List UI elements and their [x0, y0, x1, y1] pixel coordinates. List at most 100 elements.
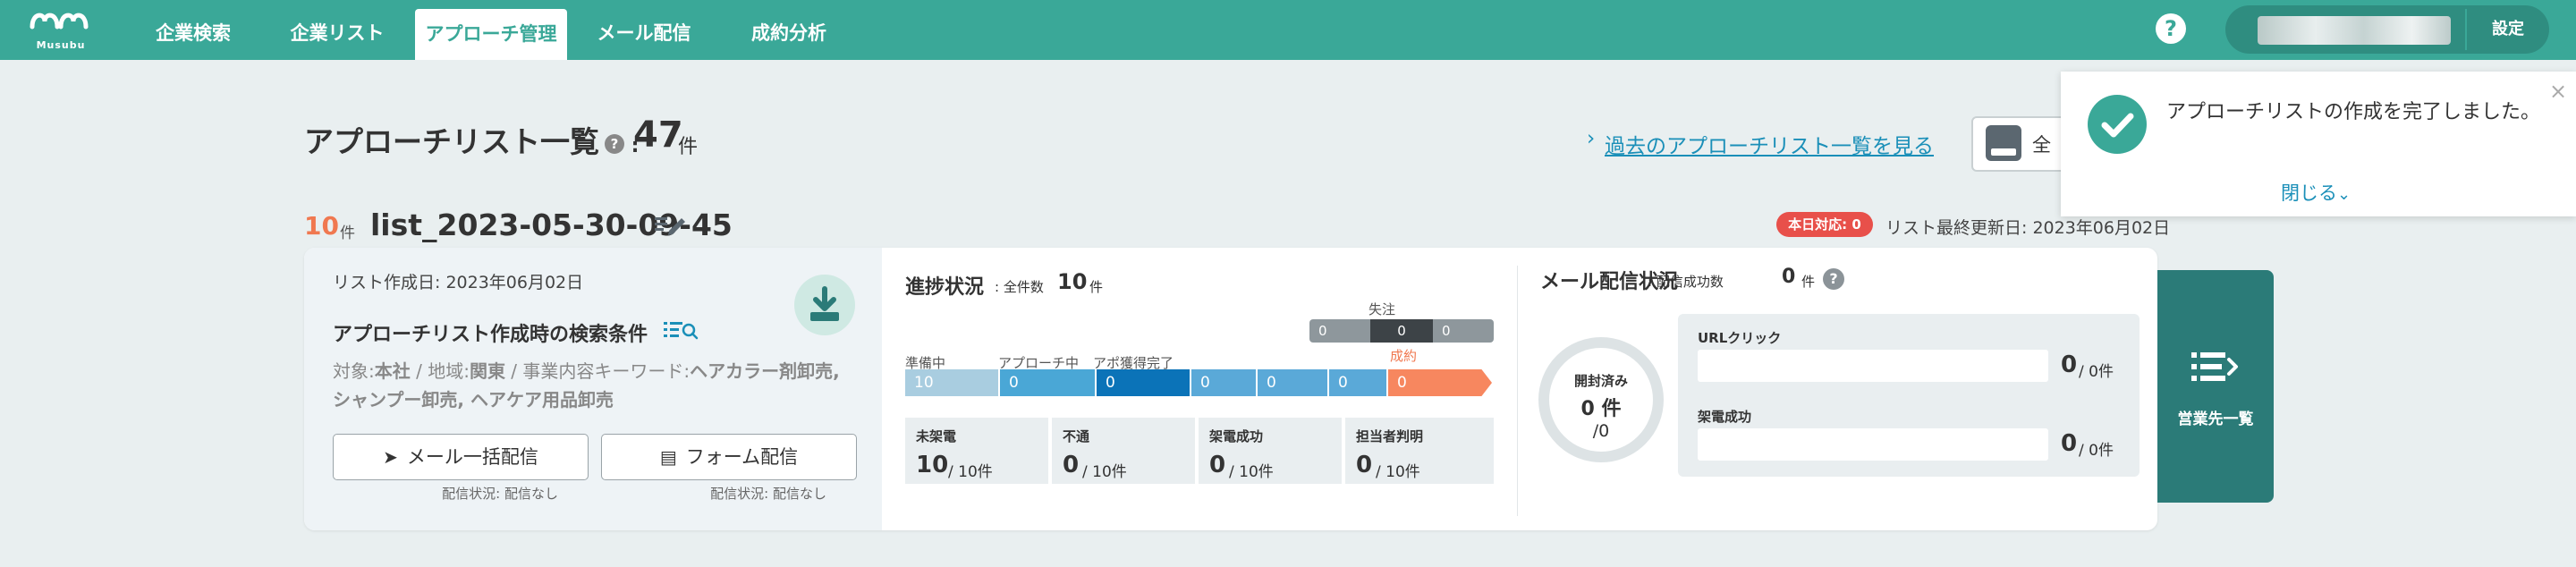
mail-success-label: : 配信成功数 — [1648, 274, 1724, 290]
stage-segment[interactable]: 0 — [1191, 369, 1256, 396]
opened-total: /0 — [1592, 421, 1610, 441]
past-list-link[interactable]: 過去のアプローチリスト一覧を見る — [1605, 129, 1934, 159]
keyword-label: 事業内容キーワード: — [522, 360, 691, 382]
progress-total-value: 10 — [1057, 269, 1088, 294]
nav-mail-delivery[interactable]: メール配信 — [594, 0, 694, 60]
approach-list-card: リスト作成日: 2023年06月02日 アプローチリスト作成時の検索条件 対象:… — [304, 248, 2157, 530]
lost-segment[interactable]: 0 — [1433, 319, 1494, 343]
mail-delivery-status: 配信状況: 配信なし — [442, 486, 558, 502]
stage-label-closed: 成約 — [1390, 348, 1418, 364]
list-company-count: 10 — [304, 211, 339, 241]
region-label: 地域: — [428, 360, 470, 382]
stage-segment[interactable]: 0 — [1258, 369, 1327, 396]
toast-message: アプローチリストの作成を完了しました。 — [2166, 101, 2541, 123]
region-value: 関東 — [469, 360, 505, 382]
stat-of: / 10件 — [948, 463, 993, 481]
toast-close-label: 閉じる — [2281, 182, 2337, 204]
stat-value: 0 — [1209, 452, 1226, 478]
top-nav-bar: Musubu 企業検索 企業リスト アプローチ管理 メール配信 成約分析 ? 設… — [0, 0, 2576, 60]
stat-value: 0 — [1063, 452, 1080, 478]
stage-segment-approach[interactable]: 0 — [1000, 369, 1095, 396]
nav-company-list[interactable]: 企業リスト — [279, 0, 395, 60]
progress-total-label: : 全件数 — [995, 279, 1044, 295]
chevron-right-icon: › — [1587, 127, 1596, 150]
chevron-down-icon: ⌄ — [2337, 185, 2351, 204]
list-count-unit: 件 — [340, 224, 355, 242]
edit-list-name-icon[interactable] — [653, 213, 687, 236]
page-title: アプローチリスト一覧? : — [304, 124, 640, 159]
mail-success-value: 0 — [1782, 266, 1796, 288]
folder-icon — [1986, 125, 2021, 161]
nav-approach-management[interactable]: アプローチ管理 — [415, 9, 567, 60]
help-icon[interactable]: ? — [605, 133, 624, 154]
mail-success-unit: 件 — [1801, 274, 1816, 290]
progress-title: 進捗状況 — [905, 276, 985, 299]
call-success-of: / 0件 — [2079, 442, 2114, 460]
list-created-date: リスト作成日: 2023年06月02日 — [333, 273, 584, 292]
close-icon[interactable]: × — [2549, 79, 2567, 104]
opened-donut-chart: 開封済み 0 件 /0 — [1538, 337, 1664, 462]
mail-metrics-panel: URLクリック 0 / 0件 架電成功 0 / 0件 — [1678, 314, 2140, 477]
paper-plane-icon: ➤ — [383, 446, 398, 468]
stat-contact-identified: 担当者判明 0 / 10件 — [1345, 418, 1494, 484]
user-menu[interactable]: 設定 — [2225, 5, 2549, 54]
nav-company-search[interactable]: 企業検索 — [143, 0, 243, 60]
stage-segment-appointment[interactable]: 0 — [1097, 369, 1190, 396]
call-success-value: 0 — [2061, 430, 2078, 457]
stat-of: / 10件 — [1229, 463, 1274, 481]
download-icon — [810, 286, 839, 321]
stat-label: 不通 — [1063, 428, 1090, 444]
stat-of: / 10件 — [1376, 463, 1420, 481]
bulk-mail-button[interactable]: ➤ メール一括配信 — [333, 434, 589, 480]
all-button-label: 全 — [2032, 134, 2051, 156]
stat-of: / 10件 — [1082, 463, 1127, 481]
lost-bar: 0 0 0 — [1309, 319, 1494, 343]
url-click-bar — [1698, 350, 2048, 382]
stat-unreachable: 不通 0 / 10件 — [1052, 418, 1195, 484]
logo-mark-icon — [30, 13, 89, 30]
form-delivery-status: 配信状況: 配信なし — [710, 486, 826, 502]
stage-segment-prep[interactable]: 10 — [905, 369, 998, 396]
stat-label: 未架電 — [916, 428, 957, 444]
call-success-bar — [1698, 428, 2048, 461]
stat-label: 架電成功 — [1209, 428, 1264, 444]
user-name-blurred — [2258, 16, 2451, 45]
total-count: 47 — [633, 114, 683, 156]
mail-help-icon[interactable]: ? — [1823, 268, 1844, 290]
form-delivery-button[interactable]: ▤ フォーム配信 — [601, 434, 857, 480]
target-value: 本社 — [374, 360, 411, 382]
sales-list-button[interactable]: 営業先一覧 — [2157, 270, 2274, 503]
nav-closing-analysis[interactable]: 成約分析 — [748, 0, 830, 60]
musubu-logo[interactable]: Musubu — [27, 7, 95, 54]
help-question-icon[interactable]: ? — [2156, 13, 2186, 44]
call-success-label: 架電成功 — [1698, 409, 1752, 425]
page-title-text: アプローチリスト一覧 — [304, 124, 599, 159]
bulk-mail-label: メール一括配信 — [406, 446, 538, 468]
stage-segment-closed[interactable]: 0 — [1388, 369, 1492, 396]
progress-total-unit: 件 — [1089, 279, 1104, 295]
list-search-icon[interactable] — [662, 317, 699, 342]
opened-label: 開封済み — [1573, 373, 1628, 389]
section-divider — [1517, 266, 1518, 516]
lost-segment[interactable]: 0 — [1370, 319, 1433, 343]
download-button[interactable] — [794, 275, 855, 335]
success-toast: アプローチリストの作成を完了しました。 × 閉じる⌄ — [2061, 72, 2576, 216]
logo-text: Musubu — [36, 39, 86, 51]
check-circle-icon — [2088, 95, 2147, 154]
stat-not-called: 未架電 10 / 10件 — [905, 418, 1048, 484]
opened-value: 0 件 — [1580, 398, 1622, 420]
lost-label: 失注 — [1368, 301, 1396, 317]
stage-segment[interactable]: 0 — [1329, 369, 1386, 396]
toast-close-link[interactable]: 閉じる⌄ — [2281, 179, 2351, 206]
document-icon: ▤ — [659, 446, 677, 468]
form-delivery-label: フォーム配信 — [685, 446, 799, 468]
target-label: 対象: — [333, 360, 375, 382]
lost-segment[interactable]: 0 — [1309, 319, 1370, 343]
search-condition-text: 対象:本社 / 地域:関東 / 事業内容キーワード:ヘアカラー剤卸売, シャンプ… — [333, 360, 840, 410]
sales-list-label: 営業先一覧 — [2177, 410, 2254, 428]
stat-value: 10 — [916, 452, 949, 478]
settings-button[interactable]: 設定 — [2467, 5, 2549, 54]
stat-call-success: 架電成功 0 / 10件 — [1199, 418, 1342, 484]
url-click-of: / 0件 — [2079, 363, 2114, 381]
url-click-label: URLクリック — [1698, 330, 1782, 346]
